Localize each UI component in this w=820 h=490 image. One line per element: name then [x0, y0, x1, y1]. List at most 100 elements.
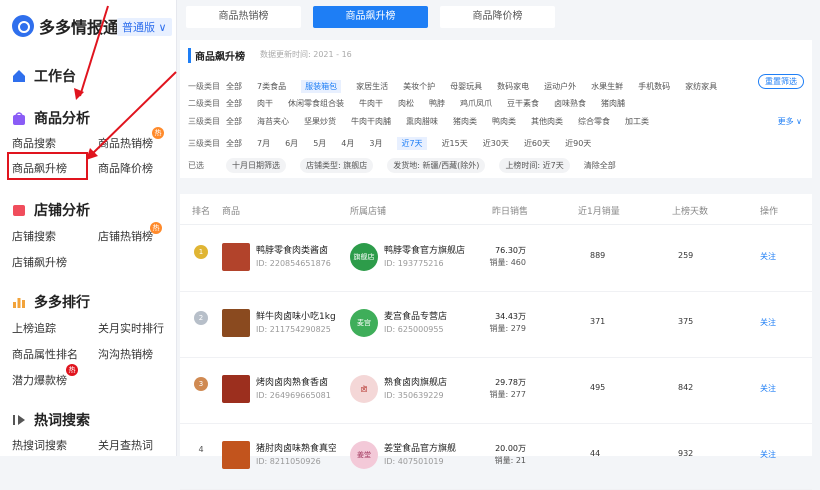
- nav-item-attribute-rank[interactable]: 商品属性排名: [12, 346, 78, 362]
- version-dropdown[interactable]: 普通版 ∨: [117, 18, 172, 36]
- nav-workbench[interactable]: 工作台: [12, 66, 76, 86]
- filter-option[interactable]: 7月: [257, 138, 270, 149]
- nav-item-realtime[interactable]: 关月实时排行: [98, 320, 164, 336]
- filter-option-selected[interactable]: 服装箱包: [301, 80, 342, 93]
- nav-item-product-search[interactable]: 商品搜索: [12, 135, 56, 151]
- clear-all-button[interactable]: 清除全部: [584, 160, 616, 171]
- filter-option[interactable]: 5月: [313, 138, 326, 149]
- reset-filter-button[interactable]: 重置筛选: [758, 74, 804, 89]
- nav-item-tracking[interactable]: 上榜追踪: [12, 320, 56, 336]
- filter-option-selected[interactable]: 近7天: [397, 137, 427, 150]
- filter-option[interactable]: 母婴玩具: [450, 81, 482, 92]
- filter-option[interactable]: 近60天: [524, 138, 550, 149]
- filter-option[interactable]: 4月: [341, 138, 354, 149]
- tab-pricedrop[interactable]: 商品降价榜: [440, 6, 555, 28]
- filter-option[interactable]: 鸡爪凤爪: [460, 98, 492, 109]
- filter-option[interactable]: 近30天: [483, 138, 509, 149]
- follow-link[interactable]: 关注: [760, 251, 776, 262]
- follow-link[interactable]: 关注: [760, 383, 776, 394]
- filter-option[interactable]: 海苔夹心: [257, 116, 289, 127]
- filter-option[interactable]: 运动户外: [544, 81, 576, 92]
- filter-option[interactable]: 美妆个护: [403, 81, 435, 92]
- filter-option[interactable]: 鸭肉类: [492, 116, 516, 127]
- filter-chip[interactable]: 店铺类型: 旗舰店: [300, 158, 374, 173]
- store-name[interactable]: 姜堂食品官方旗舰: [384, 441, 470, 454]
- filter-chip[interactable]: 十月日期筛选: [226, 158, 286, 173]
- filter-option[interactable]: 其他肉类: [531, 116, 563, 127]
- filter-option[interactable]: 熏肉腊味: [406, 116, 438, 127]
- filter-option[interactable]: 近15天: [442, 138, 468, 149]
- filter-option[interactable]: 近90天: [565, 138, 591, 149]
- col-store: 所属店铺: [350, 207, 387, 217]
- filter-option[interactable]: 牛肉干: [359, 98, 383, 109]
- logo[interactable]: 多多情报通: [12, 14, 119, 38]
- filter-option[interactable]: 全部: [226, 81, 242, 92]
- product-id: ID: 264969665081: [256, 391, 331, 400]
- product-name[interactable]: 鸭脖零食肉类酱卤: [256, 243, 336, 256]
- filter-option[interactable]: 肉干: [257, 98, 273, 109]
- filter-option[interactable]: 猪肉脯: [601, 98, 625, 109]
- filter-option[interactable]: 加工类: [625, 116, 649, 127]
- filter-option[interactable]: 猪肉类: [453, 116, 477, 127]
- table-row[interactable]: 3 烤肉卤肉熟食香卤 ID: 264969665081 卤 熟食卤肉旗舰店 ID…: [180, 357, 812, 424]
- table-row[interactable]: 1 鸭脖零食肉类酱卤 ID: 220854651876 旗舰店 鸭脖零食官方旗舰…: [180, 225, 812, 292]
- sales-amount: 34.43万: [495, 312, 526, 321]
- filter-option[interactable]: 水果生鲜: [591, 81, 623, 92]
- filter-option[interactable]: 全部: [226, 116, 242, 127]
- filter-label: 二级类目: [188, 99, 220, 108]
- col-yesterday-sales[interactable]: 昨日销售: [492, 204, 528, 217]
- product-name[interactable]: 猪肘肉卤味熟食真空: [256, 441, 336, 454]
- hot-badge: 热: [152, 127, 164, 139]
- col-days-on-list[interactable]: 上榜天数: [672, 204, 708, 217]
- store-name[interactable]: 鸭脖零食官方旗舰店: [384, 243, 470, 256]
- filter-option[interactable]: 卤味熟食: [554, 98, 586, 109]
- filter-option[interactable]: 3月: [369, 138, 382, 149]
- product-thumbnail: [222, 375, 250, 403]
- filter-option[interactable]: 休闲零食组合装: [288, 98, 344, 109]
- filter-option[interactable]: 手机数码: [638, 81, 670, 92]
- filter-chip[interactable]: 发货地: 新疆/西藏(除外): [387, 158, 486, 173]
- filter-option[interactable]: 家居生活: [356, 81, 388, 92]
- product-name[interactable]: 鲜牛肉卤味小吃1kg: [256, 309, 336, 322]
- product-name[interactable]: 烤肉卤肉熟食香卤: [256, 375, 336, 388]
- sales-amount: 76.30万: [495, 246, 526, 255]
- filter-option[interactable]: 6月: [285, 138, 298, 149]
- nav-item-potential[interactable]: 潜力爆款榜: [12, 372, 67, 388]
- store-avatar: 麦宫: [350, 309, 378, 337]
- filter-option[interactable]: 全部: [226, 138, 242, 149]
- nav-item-product-hot[interactable]: 商品热销榜: [98, 135, 153, 151]
- more-options-button[interactable]: 更多 ∨: [778, 116, 802, 127]
- filter-option[interactable]: 7类食品: [257, 81, 286, 92]
- filter-option[interactable]: 肉松: [398, 98, 414, 109]
- nav-item-product-pricedrop[interactable]: 商品降价榜: [98, 160, 153, 176]
- nav-item-store-hot[interactable]: 店铺热销榜: [98, 228, 153, 244]
- follow-link[interactable]: 关注: [760, 449, 776, 460]
- filter-option[interactable]: 综合零食: [578, 116, 610, 127]
- filter-option[interactable]: 家纺家具: [685, 81, 717, 92]
- sales-count: 销量: 21: [494, 456, 526, 465]
- product-id: ID: 821105092​6: [256, 457, 321, 466]
- filter-option[interactable]: 全部: [226, 98, 242, 109]
- nav-item-keyword-lookup[interactable]: 关月查热词: [98, 437, 153, 453]
- follow-link[interactable]: 关注: [760, 317, 776, 328]
- days-on-list: 259: [678, 251, 694, 260]
- filter-chip[interactable]: 上榜时间: 近7天: [499, 158, 570, 173]
- nav-item-hot-list[interactable]: 沟沟热销榜: [98, 346, 153, 362]
- nav-item-keyword-search[interactable]: 热搜词搜索: [12, 437, 67, 453]
- nav-item-store-search[interactable]: 店铺搜索: [12, 228, 56, 244]
- sales-count: 销量: 277: [489, 390, 526, 399]
- col-monthly-sales[interactable]: 近1月销量: [578, 204, 620, 217]
- nav-item-store-rising[interactable]: 店铺飙升榜: [12, 254, 67, 270]
- tab-rising[interactable]: 商品飙升榜: [313, 6, 428, 28]
- filter-option[interactable]: 数码家电: [497, 81, 529, 92]
- tab-hot[interactable]: 商品热销榜: [186, 6, 301, 28]
- filter-option[interactable]: 牛肉干肉脯: [351, 116, 391, 127]
- store-name[interactable]: 熟食卤肉旗舰店: [384, 375, 470, 388]
- table-row[interactable]: 2 鲜牛肉卤味小吃1kg ID: 211754290825 麦宫 麦宫食品专营店…: [180, 291, 812, 358]
- filter-row-time: 三级类目 全部 7月 6月 5月 4月 3月 近7天 近15天 近30天 近60…: [188, 137, 606, 150]
- filter-option[interactable]: 豆干素食: [507, 98, 539, 109]
- store-name[interactable]: 麦宫食品专营店: [384, 309, 470, 322]
- table-row[interactable]: 4 猪肘肉卤味熟食真空 ID: 821105092​6 姜堂 姜堂食品官方旗舰 …: [180, 423, 812, 490]
- filter-option[interactable]: 坚果炒货: [304, 116, 336, 127]
- filter-option[interactable]: 鸭脖: [429, 98, 445, 109]
